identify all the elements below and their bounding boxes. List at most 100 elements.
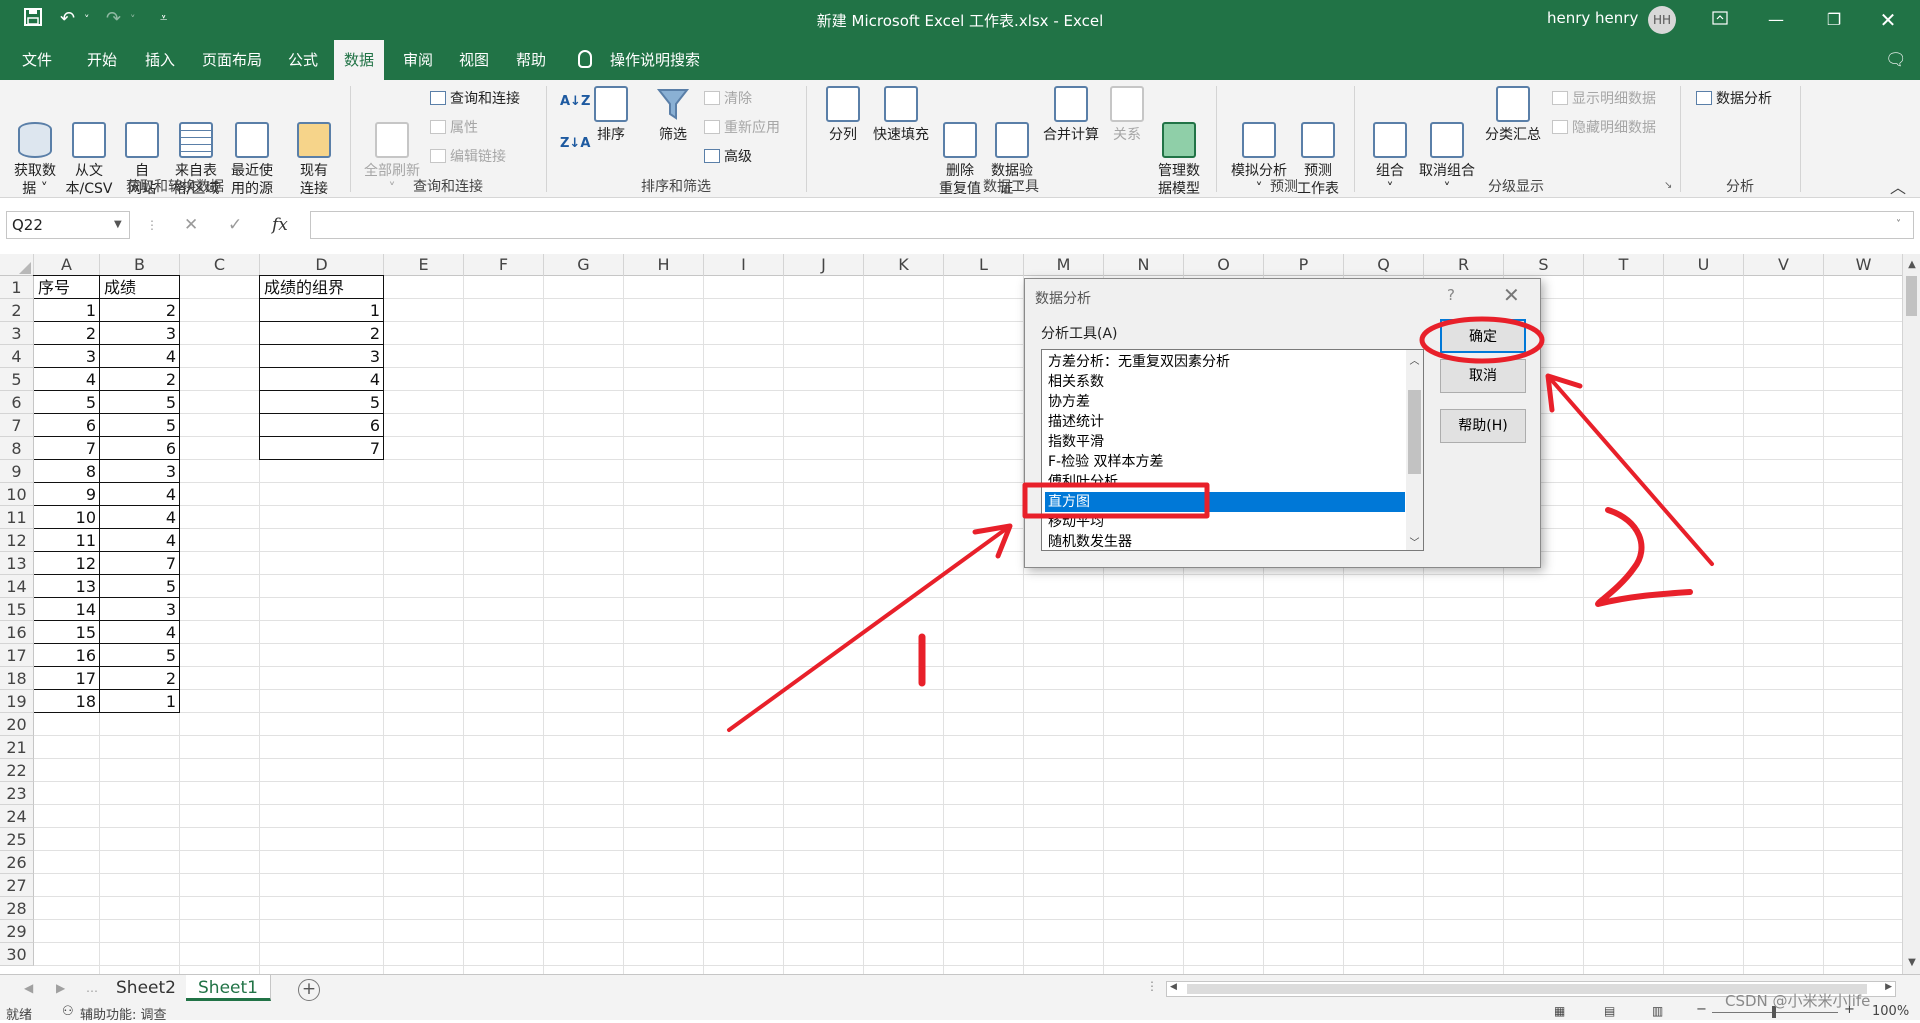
- tab-help[interactable]: 帮助: [506, 40, 556, 80]
- row-header-27[interactable]: 27: [0, 874, 34, 897]
- column-header-c[interactable]: C: [180, 254, 260, 276]
- cell-b5[interactable]: 2: [100, 368, 180, 391]
- cell-a17[interactable]: 16: [34, 644, 100, 667]
- list-scrollbar[interactable]: ︿ ﹀: [1406, 350, 1423, 550]
- recent-sources-button[interactable]: 最近使 用的源: [224, 86, 280, 216]
- list-item[interactable]: 描述统计: [1045, 412, 1405, 432]
- dialog-launcher-icon[interactable]: ↘: [1664, 180, 1672, 191]
- clear-filter-button[interactable]: 清除: [704, 88, 752, 108]
- dialog-help-icon[interactable]: ?: [1447, 286, 1455, 304]
- list-item[interactable]: 移动平均: [1045, 512, 1405, 532]
- row-header-30[interactable]: 30: [0, 943, 34, 966]
- cell-b14[interactable]: 5: [100, 575, 180, 598]
- cell-d1[interactable]: 成绩的组界: [260, 276, 384, 299]
- page-layout-view-icon[interactable]: ▤: [1604, 1004, 1615, 1018]
- scroll-left-icon[interactable]: ◀: [1170, 982, 1177, 992]
- cell-a9[interactable]: 8: [34, 460, 100, 483]
- cell-a14[interactable]: 13: [34, 575, 100, 598]
- tab-data[interactable]: 数据: [334, 40, 385, 80]
- get-data-button[interactable]: 获取数 据 ˅: [8, 86, 62, 216]
- prev-sheet-icon[interactable]: ◀: [24, 981, 33, 995]
- subtotal-button[interactable]: 分类汇总: [1482, 86, 1544, 144]
- cell-b18[interactable]: 2: [100, 667, 180, 690]
- column-header-p[interactable]: P: [1264, 254, 1344, 276]
- zoom-out-icon[interactable]: −: [1696, 1002, 1707, 1017]
- column-header-q[interactable]: Q: [1344, 254, 1424, 276]
- cell-a12[interactable]: 11: [34, 529, 100, 552]
- scroll-right-icon[interactable]: ▶: [1885, 982, 1892, 992]
- scroll-thumb[interactable]: [1906, 276, 1917, 316]
- cell-d6[interactable]: 5: [260, 391, 384, 414]
- queries-connections-button[interactable]: 查询和连接: [430, 88, 520, 108]
- cell-a6[interactable]: 5: [34, 391, 100, 414]
- hide-detail-button[interactable]: 隐藏明细数据: [1552, 117, 1656, 137]
- row-header-10[interactable]: 10: [0, 483, 34, 506]
- row-header-15[interactable]: 15: [0, 598, 34, 621]
- cell-b4[interactable]: 4: [100, 345, 180, 368]
- cell-b10[interactable]: 4: [100, 483, 180, 506]
- row-header-26[interactable]: 26: [0, 851, 34, 874]
- enter-entry-icon[interactable]: ✓: [228, 211, 242, 239]
- name-box[interactable]: Q22: [6, 211, 130, 239]
- group-button[interactable]: 组合 ˅: [1370, 86, 1410, 216]
- split-handle-icon[interactable]: ⋮: [1146, 979, 1158, 993]
- reapply-button[interactable]: 重新应用: [704, 117, 780, 137]
- row-header-8[interactable]: 8: [0, 437, 34, 460]
- row-header-16[interactable]: 16: [0, 621, 34, 644]
- cell-b11[interactable]: 4: [100, 506, 180, 529]
- cell-b17[interactable]: 5: [100, 644, 180, 667]
- tab-page-layout[interactable]: 页面布局: [192, 40, 272, 80]
- list-item[interactable]: 相关系数: [1045, 372, 1405, 392]
- expand-formula-bar-icon[interactable]: ˅: [1896, 219, 1901, 230]
- row-header-17[interactable]: 17: [0, 644, 34, 667]
- tab-insert[interactable]: 插入: [135, 40, 185, 80]
- sort-button[interactable]: 排序: [590, 86, 632, 144]
- help-button[interactable]: 帮助(H): [1440, 409, 1526, 443]
- from-table-button[interactable]: 来自表 格/区域: [168, 86, 224, 216]
- restore-icon[interactable]: ❐: [1814, 6, 1854, 34]
- show-detail-button[interactable]: 显示明细数据: [1552, 88, 1656, 108]
- column-header-v[interactable]: V: [1744, 254, 1824, 276]
- cell-a8[interactable]: 7: [34, 437, 100, 460]
- insert-function-icon[interactable]: fx: [272, 211, 288, 239]
- column-header-f[interactable]: F: [464, 254, 544, 276]
- cell-d7[interactable]: 6: [260, 414, 384, 437]
- list-item[interactable]: 方差分析：无重复双因素分析: [1045, 352, 1405, 372]
- vertical-scrollbar[interactable]: ▲ ▼: [1902, 254, 1920, 974]
- name-box-dropdown-icon[interactable]: ▼: [114, 211, 122, 239]
- cell-b9[interactable]: 3: [100, 460, 180, 483]
- formula-input[interactable]: [310, 211, 1914, 239]
- sort-descending-icon[interactable]: Z↓A: [560, 136, 590, 151]
- column-header-b[interactable]: B: [100, 254, 180, 276]
- analysis-tools-list[interactable]: 方差分析：无重复双因素分析 相关系数 协方差 描述统计 指数平滑 F-检验 双样本方差 傅利…: [1041, 349, 1424, 551]
- cell-a19[interactable]: 18: [34, 690, 100, 713]
- column-header-k[interactable]: K: [864, 254, 944, 276]
- column-header-h[interactable]: H: [624, 254, 704, 276]
- more-sheets-icon[interactable]: …: [86, 981, 98, 995]
- row-header-4[interactable]: 4: [0, 345, 34, 368]
- list-scroll-up-icon[interactable]: ︿: [1406, 352, 1423, 367]
- cell-a1[interactable]: 序号: [34, 276, 100, 299]
- list-item[interactable]: 随机数发生器: [1045, 532, 1405, 550]
- cell-a7[interactable]: 6: [34, 414, 100, 437]
- list-item[interactable]: 傅利叶分析: [1045, 472, 1405, 492]
- cell-a10[interactable]: 9: [34, 483, 100, 506]
- cell-a11[interactable]: 10: [34, 506, 100, 529]
- user-name[interactable]: henry henry: [1547, 9, 1638, 27]
- page-break-view-icon[interactable]: ▥: [1652, 1004, 1663, 1018]
- cell-b3[interactable]: 3: [100, 322, 180, 345]
- what-if-analysis-button[interactable]: 模拟分析 ˅: [1226, 86, 1292, 216]
- advanced-filter-button[interactable]: 高级: [704, 146, 752, 166]
- filter-button[interactable]: 筛选: [652, 86, 694, 144]
- select-all-corner[interactable]: [0, 254, 34, 276]
- close-icon[interactable]: ✕: [1868, 6, 1908, 34]
- worksheet-grid[interactable]: ABCDEFGHIJKLMNOPQRSTUVW 序号 成绩 成绩的组界 1 2 3 4 5 6 7…: [0, 254, 1902, 974]
- forecast-sheet-button[interactable]: 预测 工作表: [1294, 86, 1342, 216]
- cell-b7[interactable]: 5: [100, 414, 180, 437]
- list-item[interactable]: 协方差: [1045, 392, 1405, 412]
- cell-b12[interactable]: 4: [100, 529, 180, 552]
- column-header-u[interactable]: U: [1664, 254, 1744, 276]
- row-header-25[interactable]: 25: [0, 828, 34, 851]
- cell-b6[interactable]: 5: [100, 391, 180, 414]
- sheet-tab-sheet1[interactable]: Sheet1: [186, 975, 271, 1001]
